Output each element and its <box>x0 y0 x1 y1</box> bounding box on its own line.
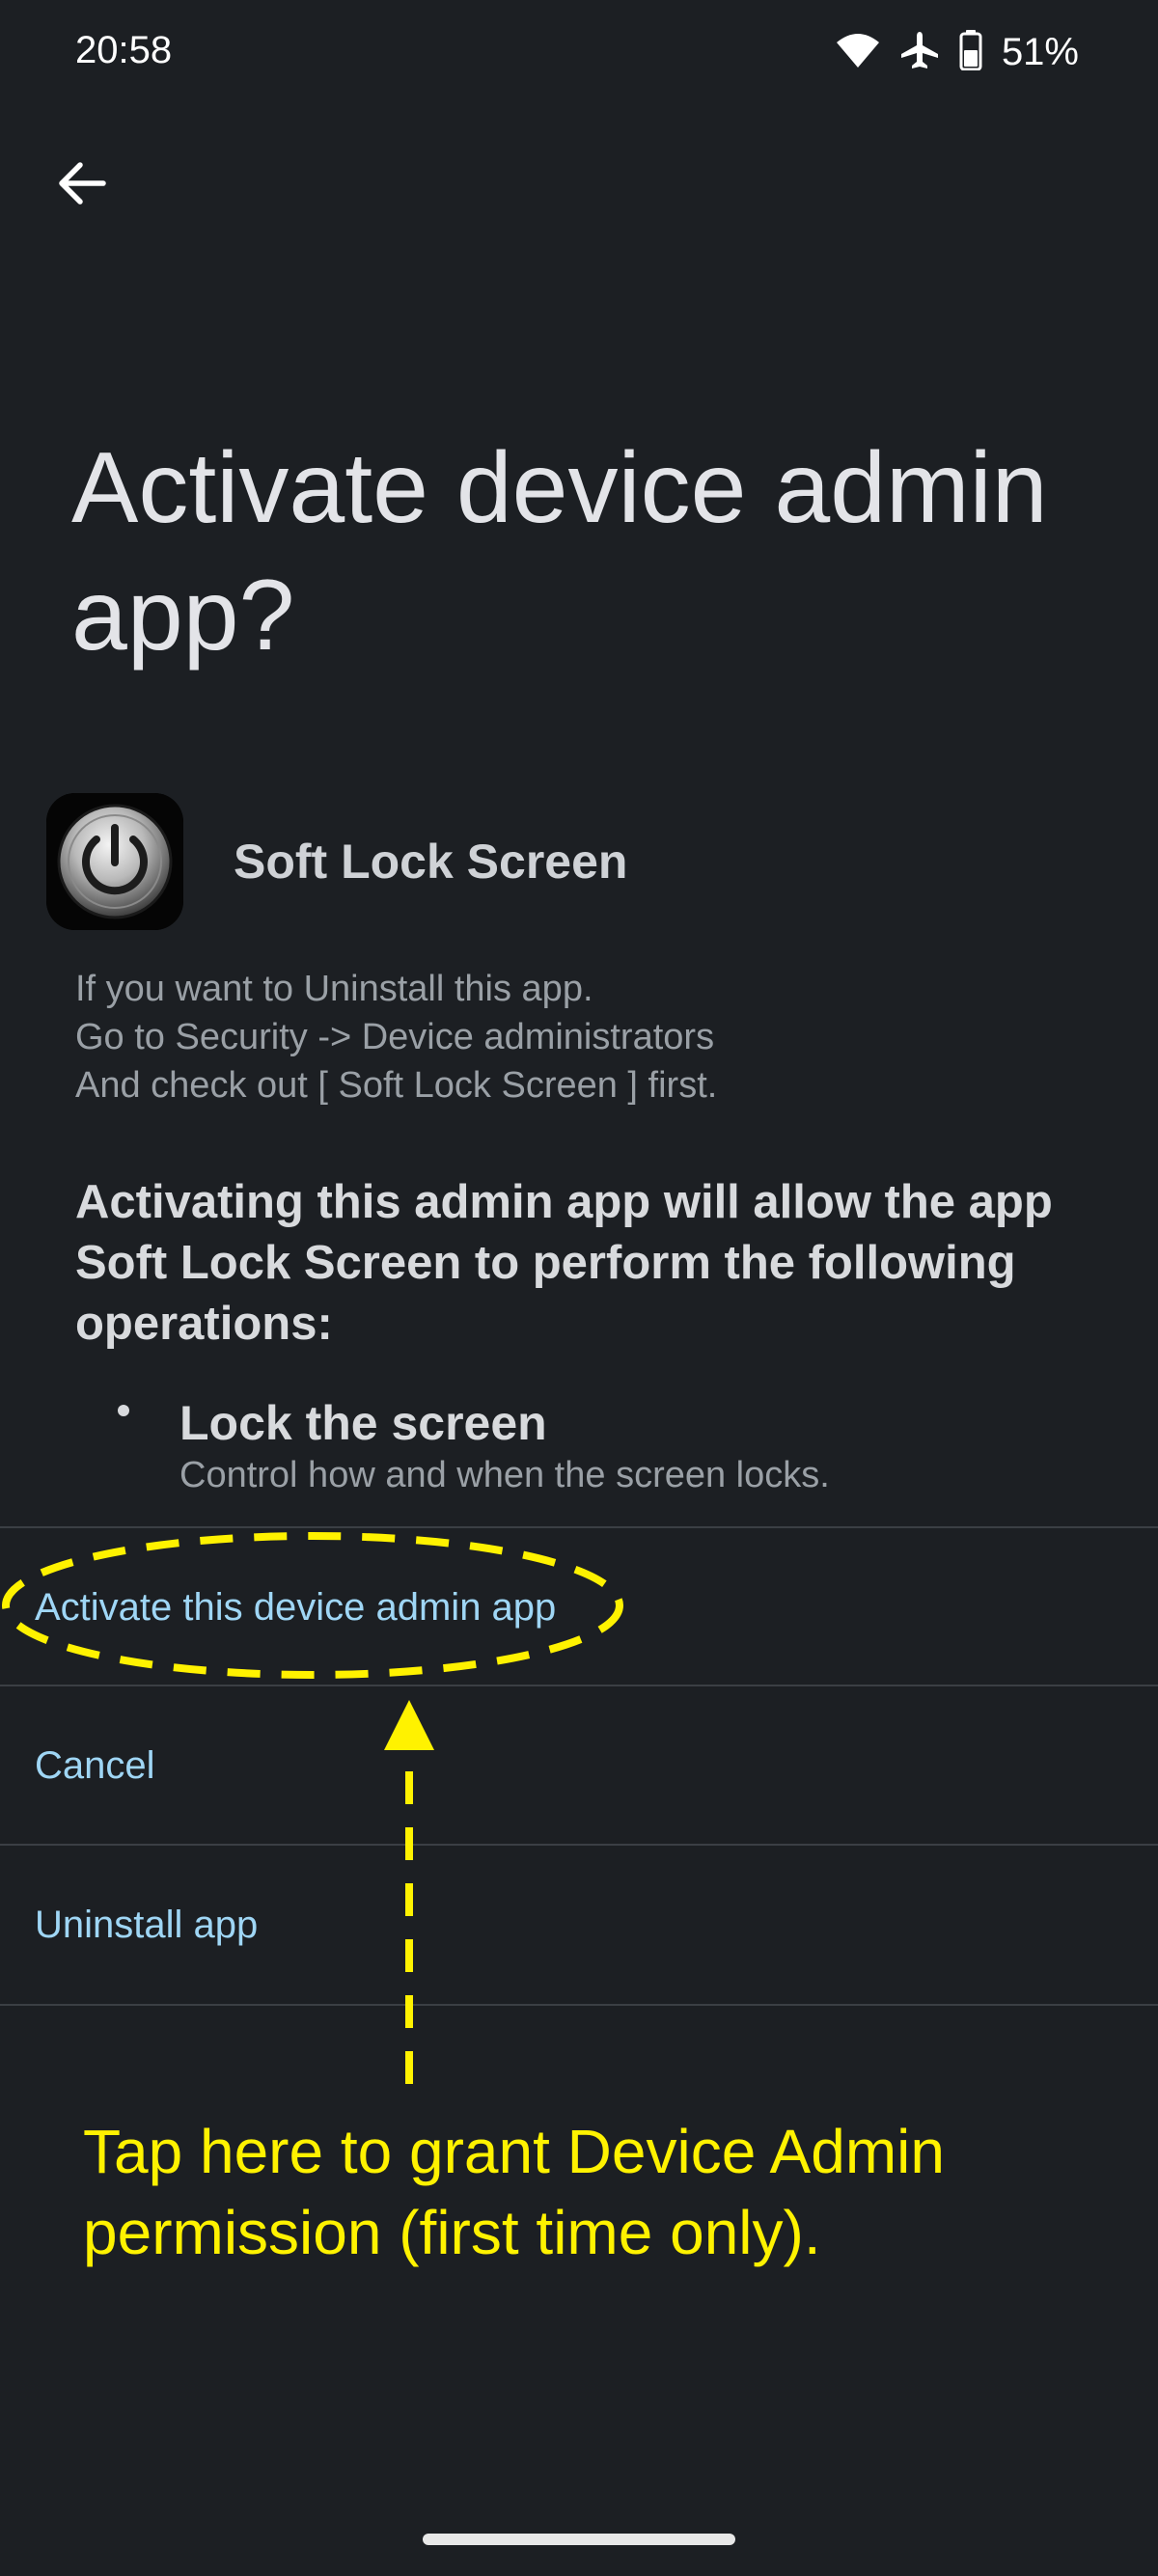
admin-warning-text: Activating this admin app will allow the… <box>75 1176 1053 1350</box>
annotation-text: Tap here to grant Device Admin permissio… <box>83 2117 945 2267</box>
battery-percentage: 51% <box>1001 30 1079 73</box>
divider <box>0 2004 1158 2006</box>
power-icon <box>46 792 183 930</box>
status-time: 20:58 <box>75 29 173 71</box>
activate-admin-button[interactable]: Activate this device admin app <box>0 1528 1158 1686</box>
permission-description: Control how and when the screen locks. <box>179 1455 830 1495</box>
status-icons: 51% <box>836 27 1079 77</box>
uninstall-app-button[interactable]: Uninstall app <box>0 1846 1158 2004</box>
app-description-line: And check out [ Soft Lock Screen ] first… <box>75 1065 718 1106</box>
battery-icon <box>959 29 982 75</box>
app-name: Soft Lock Screen <box>234 834 628 889</box>
app-info-row: Soft Lock Screen <box>46 791 627 931</box>
back-button[interactable] <box>48 150 116 217</box>
page-title: Activate device admin app? <box>71 432 1048 671</box>
status-bar: 20:58 51% <box>0 0 1158 106</box>
airplane-mode-icon <box>899 30 940 75</box>
permission-title: Lock the screen <box>179 1396 547 1450</box>
cancel-button[interactable]: Cancel <box>0 1686 1158 1845</box>
bullet-icon <box>118 1405 129 1416</box>
home-indicator[interactable] <box>423 2534 735 2545</box>
wifi-icon <box>836 31 880 74</box>
app-description-line: If you want to Uninstall this app. <box>75 969 593 1009</box>
app-icon <box>46 792 183 930</box>
app-description-line: Go to Security -> Device administrators <box>75 1017 715 1057</box>
app-description: If you want to Uninstall this app. Go to… <box>75 965 717 1110</box>
arrow-left-icon <box>59 162 106 205</box>
